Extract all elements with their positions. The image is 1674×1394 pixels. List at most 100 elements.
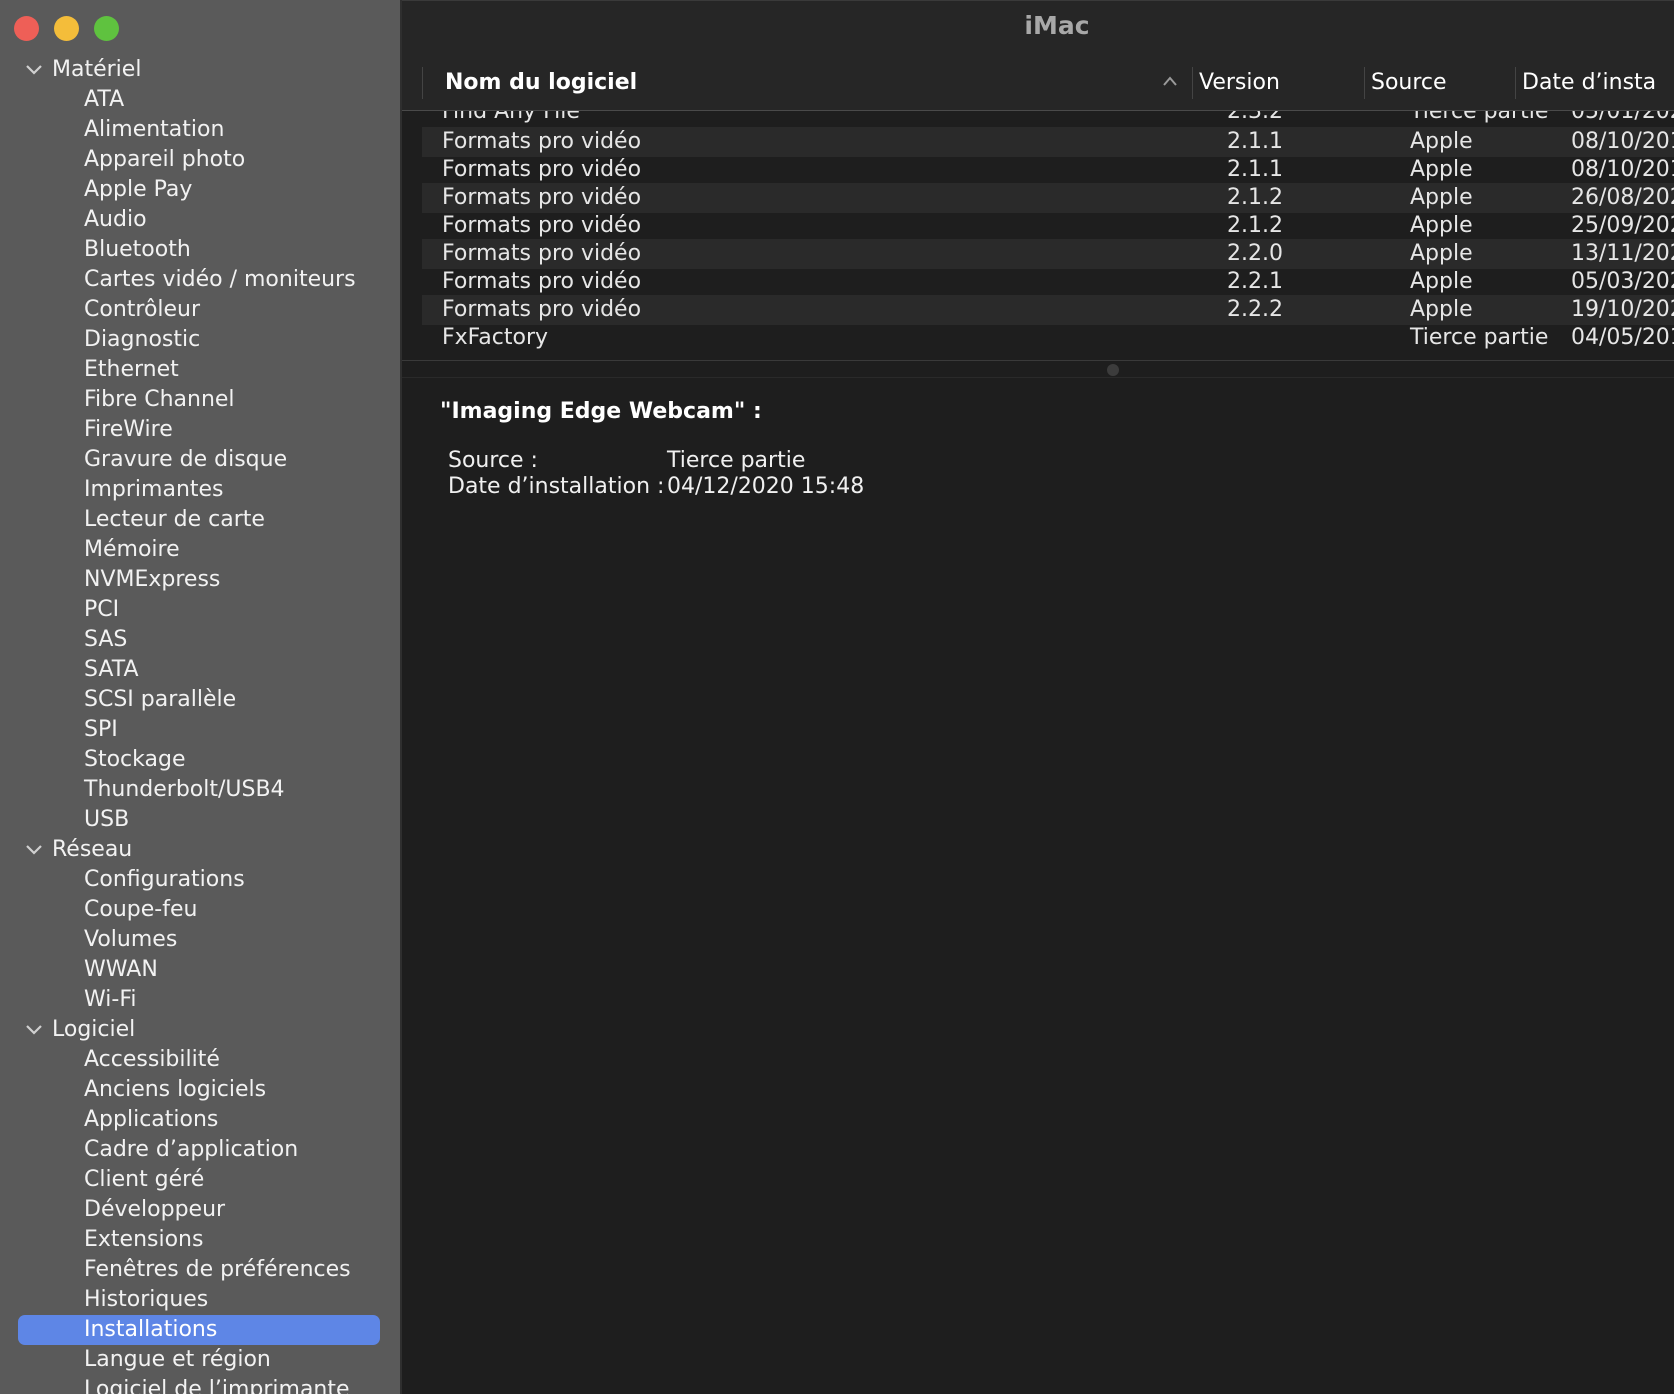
sidebar-item[interactable]: USB — [0, 805, 400, 835]
sidebar-item[interactable]: Volumes — [0, 925, 400, 955]
sidebar-item[interactable]: Mémoire — [0, 535, 400, 565]
sidebar-item[interactable]: Extensions — [0, 1225, 400, 1255]
zoom-button[interactable] — [94, 16, 119, 41]
sidebar-item[interactable]: Imprimantes — [0, 475, 400, 505]
sidebar-item[interactable]: Thunderbolt/USB4 — [0, 775, 400, 805]
chevron-down-icon[interactable] — [24, 1015, 44, 1045]
sidebar-group[interactable]: Réseau — [0, 835, 400, 865]
sidebar-item[interactable]: Apple Pay — [0, 175, 400, 205]
table-row[interactable]: Formats pro vidéo 2.1.1 Apple 08/10/2019 1 — [422, 155, 1674, 185]
column-header-version[interactable]: Version — [1192, 67, 1362, 99]
column-header-name[interactable]: Nom du logiciel — [422, 67, 1146, 99]
divider-handle[interactable] — [1107, 364, 1119, 376]
sidebar-item[interactable]: Installations — [18, 1315, 380, 1345]
sidebar-group[interactable]: Matériel — [0, 55, 400, 85]
cell-install-date: 05/03/2021 — [1571, 269, 1674, 294]
cell-version: 2.2.0 — [1227, 241, 1283, 266]
minimize-button[interactable] — [54, 16, 79, 41]
sidebar-item[interactable]: Logiciel de l’imprimante — [0, 1375, 400, 1394]
chevron-down-icon[interactable] — [24, 55, 44, 85]
chevron-down-icon[interactable] — [24, 835, 44, 865]
sidebar-item[interactable]: Cartes vidéo / moniteurs — [0, 265, 400, 295]
sidebar-item[interactable]: Alimentation — [0, 115, 400, 145]
sidebar-item[interactable]: Wi-Fi — [0, 985, 400, 1015]
sidebar-item[interactable]: SAS — [0, 625, 400, 655]
sidebar-item[interactable]: Lecteur de carte — [0, 505, 400, 535]
sidebar-item[interactable]: ATA — [0, 85, 400, 115]
sidebar-item[interactable]: Gravure de disque — [0, 445, 400, 475]
table-row[interactable]: Formats pro vidéo 2.2.1 Apple 05/03/2021 — [422, 267, 1674, 297]
software-table: Nom du logiciel Version Source Date d’in… — [402, 55, 1674, 360]
close-button[interactable] — [14, 16, 39, 41]
cell-install-date: 26/08/2020 — [1571, 185, 1674, 210]
table-row[interactable]: Find Any File 2.3.2 Tierce partie 05/01/202… — [422, 111, 1674, 127]
chevron-up-icon[interactable] — [1162, 75, 1178, 87]
sidebar-item[interactable]: Développeur — [0, 1195, 400, 1225]
sidebar-item[interactable]: Langue et région — [0, 1345, 400, 1375]
sidebar-item[interactable]: Fenêtres de préférences — [0, 1255, 400, 1285]
sidebar-item[interactable]: PCI — [0, 595, 400, 625]
cell-source: Apple — [1410, 269, 1473, 294]
sidebar-item[interactable]: SATA — [0, 655, 400, 685]
main-pane: iMac Nom du logiciel Version Source Date… — [402, 0, 1674, 1394]
cell-version: 2.1.2 — [1227, 185, 1283, 210]
cell-source: Apple — [1410, 297, 1473, 322]
detail-field-value: 04/12/2020 15:48 — [667, 474, 865, 499]
cell-install-date: 25/09/2020 — [1571, 213, 1674, 238]
cell-name: Formats pro vidéo — [442, 297, 642, 322]
sidebar-group[interactable]: Logiciel — [0, 1015, 400, 1045]
sidebar-item[interactable]: Coupe-feu — [0, 895, 400, 925]
cell-name: Formats pro vidéo — [442, 157, 642, 182]
cell-version: 2.2.2 — [1227, 297, 1283, 322]
sidebar-item[interactable]: Historiques — [0, 1285, 400, 1315]
cell-version: 2.1.2 — [1227, 213, 1283, 238]
window-controls — [14, 16, 119, 41]
detail-field-install-date: Date d’installation : 04/12/2020 15:48 — [440, 474, 1674, 500]
sidebar-item[interactable]: NVMExpress — [0, 565, 400, 595]
detail-field-label: Source : — [448, 448, 538, 473]
split-view-divider[interactable] — [402, 360, 1674, 378]
cell-name: Formats pro vidéo — [442, 269, 642, 294]
sidebar-item[interactable]: Diagnostic — [0, 325, 400, 355]
sidebar-group-label: Matériel — [52, 57, 142, 82]
cell-install-date: 08/10/2019 1 — [1571, 157, 1674, 182]
sidebar-item[interactable]: Stockage — [0, 745, 400, 775]
sidebar-item[interactable]: Anciens logiciels — [0, 1075, 400, 1105]
sidebar-item[interactable]: SPI — [0, 715, 400, 745]
table-row[interactable]: Formats pro vidéo 2.1.2 Apple 26/08/2020 — [422, 183, 1674, 213]
sidebar-item[interactable]: WWAN — [0, 955, 400, 985]
cell-source: Apple — [1410, 185, 1473, 210]
cell-source: Tierce partie — [1410, 325, 1549, 350]
cell-name: Formats pro vidéo — [442, 241, 642, 266]
detail-field-source: Source : Tierce partie — [440, 448, 1674, 474]
table-row[interactable]: Formats pro vidéo 2.1.1 Apple 08/10/2019 0 — [422, 127, 1674, 157]
title-bar: iMac — [402, 0, 1674, 55]
sidebar-item[interactable]: Client géré — [0, 1165, 400, 1195]
sidebar-item[interactable]: SCSI parallèle — [0, 685, 400, 715]
sidebar-item[interactable]: FireWire — [0, 415, 400, 445]
column-header-install-date[interactable]: Date d’insta — [1515, 67, 1674, 99]
window-title: iMac — [1024, 11, 1090, 40]
sidebar-item[interactable]: Cadre d’application — [0, 1135, 400, 1165]
sidebar-item[interactable]: Applications — [0, 1105, 400, 1135]
sidebar-item[interactable]: Bluetooth — [0, 235, 400, 265]
cell-source: Tierce partie — [1410, 111, 1549, 124]
table-row[interactable]: Formats pro vidéo 2.1.2 Apple 25/09/2020 — [422, 211, 1674, 241]
table-row[interactable]: Formats pro vidéo 2.2.0 Apple 13/11/2020 1 — [422, 239, 1674, 269]
column-header-source[interactable]: Source — [1364, 67, 1514, 99]
sidebar-item[interactable]: Fibre Channel — [0, 385, 400, 415]
cell-install-date: 05/01/2022 — [1571, 111, 1674, 124]
sidebar-item[interactable]: Contrôleur — [0, 295, 400, 325]
sidebar-item[interactable]: Ethernet — [0, 355, 400, 385]
sidebar-item[interactable]: Audio — [0, 205, 400, 235]
table-row[interactable]: FxFactory Tierce partie 04/05/2019 — [422, 323, 1674, 353]
detail-field-label: Date d’installation : — [448, 474, 665, 499]
cell-name: Find Any File — [442, 111, 580, 124]
sidebar-item[interactable]: Configurations — [0, 865, 400, 895]
cell-install-date: 04/05/2019 — [1571, 325, 1674, 350]
cell-version: 2.3.2 — [1227, 111, 1283, 124]
sidebar-item[interactable]: Appareil photo — [0, 145, 400, 175]
table-row[interactable]: Formats pro vidéo 2.2.2 Apple 19/10/2021 1 — [422, 295, 1674, 325]
sidebar-item[interactable]: Accessibilité — [0, 1045, 400, 1075]
sidebar: Matériel ATA Alimentation Appareil photo App… — [0, 0, 402, 1394]
